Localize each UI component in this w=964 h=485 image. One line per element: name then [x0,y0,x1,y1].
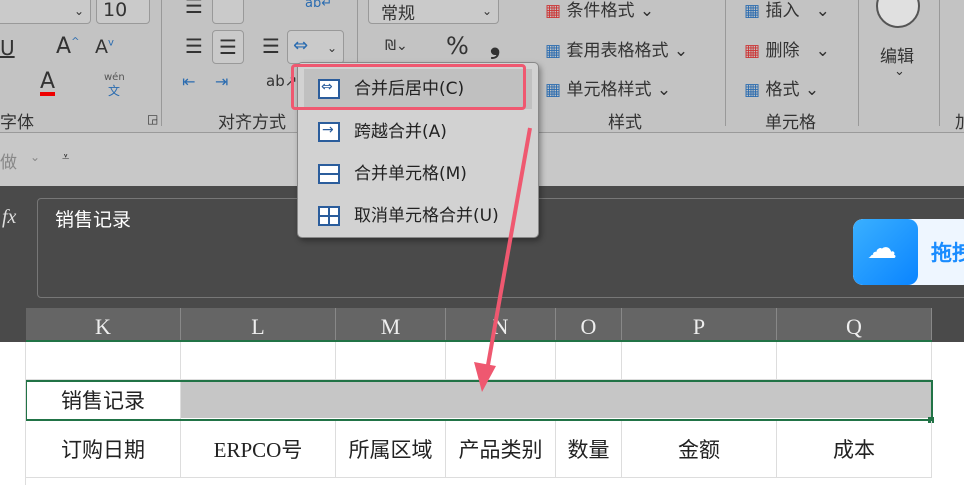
annotation-arrow [474,127,532,392]
arrow-head [474,362,496,392]
arrow-shaft [486,127,532,366]
